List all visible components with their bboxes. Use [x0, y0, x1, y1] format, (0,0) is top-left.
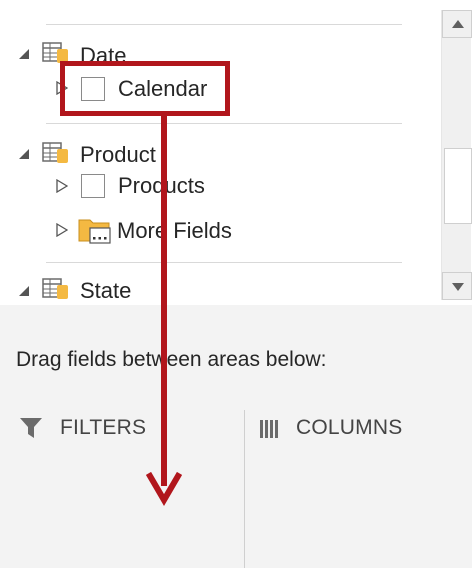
- expanded-triangle-icon[interactable]: [18, 285, 30, 297]
- separator: [46, 123, 402, 124]
- columns-area-header: COLUMNS: [256, 412, 472, 452]
- expanded-triangle-icon[interactable]: [18, 148, 30, 160]
- columns-drop-zone[interactable]: [250, 456, 472, 568]
- arrow-down-icon: [452, 283, 464, 291]
- vertical-scrollbar[interactable]: [441, 10, 472, 300]
- filters-area-header: FILTERS: [16, 412, 236, 452]
- drag-arrow-head-icon: [146, 472, 182, 506]
- table-name-product[interactable]: Product: [80, 142, 156, 168]
- field-label-more-fields[interactable]: More Fields: [117, 218, 232, 244]
- separator: [46, 262, 402, 263]
- scroll-down-button[interactable]: [442, 272, 472, 300]
- scroll-thumb[interactable]: [444, 148, 472, 224]
- collapsed-triangle-icon[interactable]: [56, 223, 68, 237]
- table-icon: [42, 278, 68, 299]
- expanded-triangle-icon[interactable]: [18, 48, 30, 60]
- field-list-pane: Date Calendar Product Products More Fiel…: [0, 0, 438, 305]
- folder-more-fields-icon: [78, 219, 111, 244]
- area-divider: [244, 410, 245, 568]
- separator: [46, 24, 402, 25]
- arrow-up-icon: [452, 20, 464, 28]
- columns-icon: [260, 420, 278, 438]
- columns-area-title: COLUMNS: [296, 416, 403, 439]
- collapsed-triangle-icon[interactable]: [56, 179, 68, 193]
- filters-area-title: FILTERS: [60, 416, 147, 439]
- products-checkbox[interactable]: [81, 174, 105, 198]
- scroll-up-button[interactable]: [442, 10, 472, 38]
- table-name-state[interactable]: State: [80, 278, 131, 304]
- filter-icon: [20, 418, 42, 438]
- calendar-highlight-box: [60, 61, 230, 116]
- table-icon: [42, 142, 68, 163]
- drag-arrow-line: [161, 116, 167, 486]
- drag-fields-hint: Drag fields between areas below:: [16, 348, 327, 371]
- filters-drop-zone[interactable]: [12, 456, 234, 568]
